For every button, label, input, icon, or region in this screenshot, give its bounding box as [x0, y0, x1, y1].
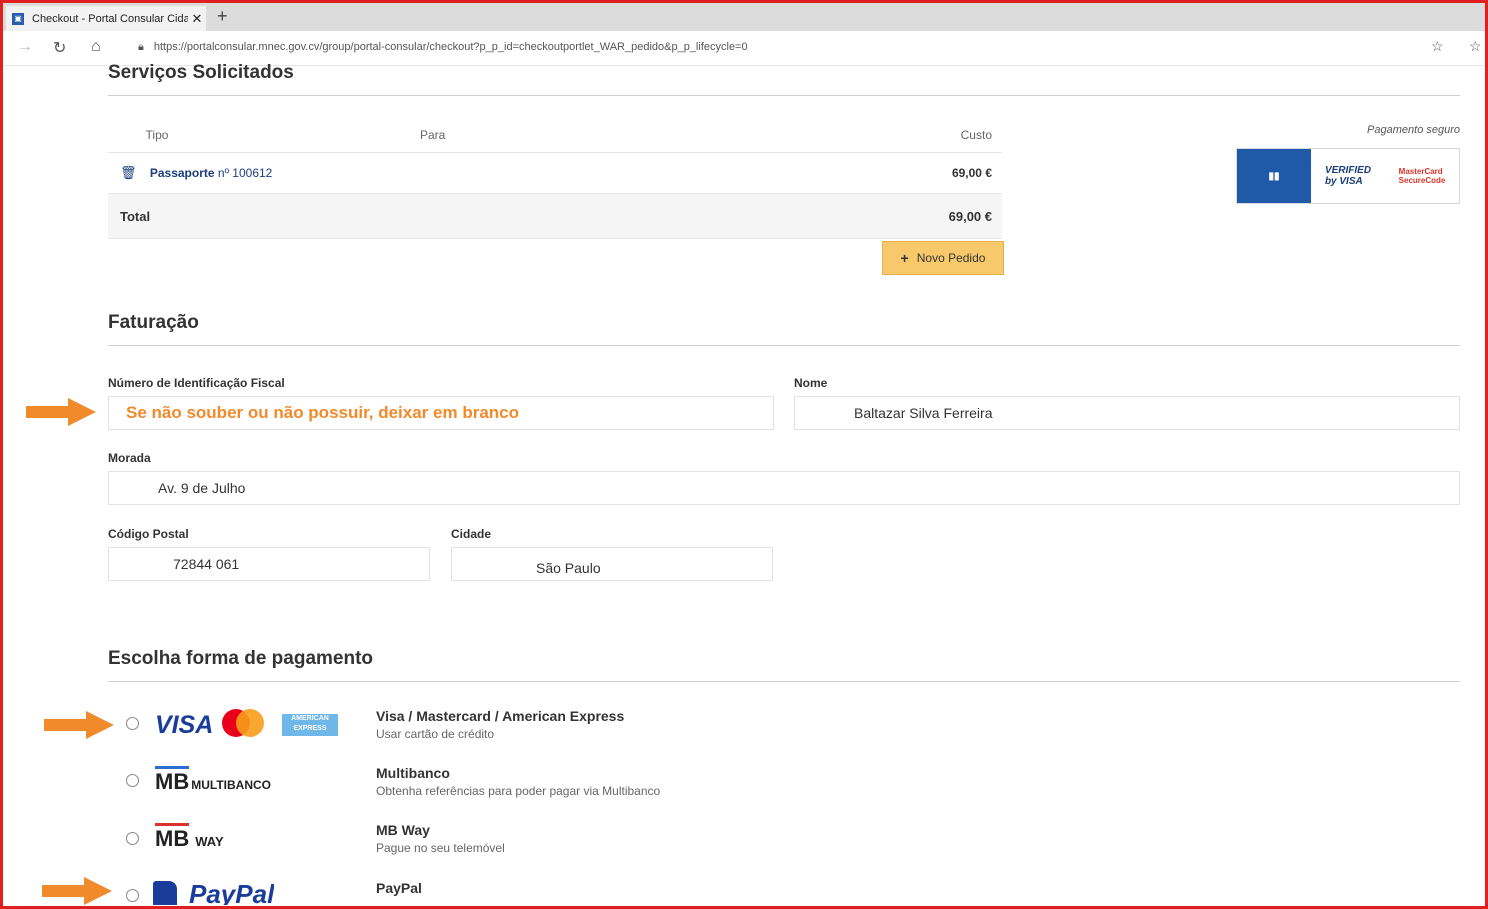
payment-option-title: Visa / Mastercard / American Express [376, 708, 625, 724]
forward-icon[interactable]: → [17, 38, 33, 56]
billing-title: Faturação [108, 312, 199, 333]
services-table: Tipo Para Custo 🗑︎ Passaporte nº 100612 … [108, 118, 1002, 239]
total-label: Total [108, 193, 886, 239]
url-field[interactable]: 🔒︎ https://portalconsular.mnec.gov.cv/gro… [138, 41, 748, 54]
amex-logo-icon: AMERICAN EXPRESS [282, 714, 338, 736]
plus-icon: + [900, 250, 909, 266]
radio-multibanco[interactable] [126, 774, 139, 787]
service-cost: 69,00 € [886, 152, 1002, 194]
verified-by-visa-logo-icon: VERIFIED by VISA [1324, 165, 1372, 187]
service-type: Passaporte [149, 166, 215, 180]
mbway-logo-icon: MB WAY [155, 823, 224, 852]
lock-icon: 🔒︎ [138, 41, 144, 53]
trash-icon[interactable]: 🗑︎ [120, 165, 137, 180]
paypal-logo-icon: PayPal [153, 881, 274, 905]
browser-tab[interactable]: ▣ Checkout - Portal Consular Cida ✕ [6, 6, 206, 31]
secure-payment-logos: ▮▮ VERIFIED by VISA MasterCard SecureCode [1236, 148, 1460, 204]
refresh-icon[interactable]: ↻ [53, 38, 66, 58]
total-value: 69,00 € [886, 193, 1002, 239]
header-custo: Custo [886, 118, 1002, 153]
name-input[interactable]: Baltazar Silva Ferreira [794, 396, 1460, 430]
new-order-label: Novo Pedido [916, 251, 986, 265]
radio-card[interactable] [126, 717, 139, 730]
total-row: Total 69,00 € [108, 193, 1002, 239]
payment-option-title: Multibanco [376, 765, 450, 781]
header-tipo: Tipo [108, 118, 206, 153]
city-label: Cidade [451, 527, 492, 541]
new-tab-icon[interactable]: + [217, 6, 228, 27]
home-icon[interactable]: ⌂ [91, 38, 101, 56]
tab-title: Checkout - Portal Consular Cida [32, 12, 188, 25]
nif-label: Número de Identificação Fiscal [108, 376, 285, 390]
nif-value: Se não souber ou não possuir, deixar em … [126, 403, 519, 422]
address-label: Morada [108, 451, 151, 465]
payment-option-subtitle: Obtenha referências para poder pagar via… [376, 784, 661, 798]
radio-paypal[interactable] [126, 889, 139, 902]
name-label: Nome [794, 376, 828, 390]
close-tab-icon[interactable]: ✕ [188, 11, 206, 27]
multibanco-logo-icon: MB MULTIBANCO [155, 766, 271, 795]
multicaixa-logo-icon: ▮▮ [1237, 149, 1311, 203]
services-title: Serviços Solicitados [108, 62, 294, 83]
payment-title: Escolha forma de pagamento [108, 648, 374, 669]
favorite-star-icon[interactable]: ☆ [1431, 38, 1444, 55]
table-row: 🗑︎ Passaporte nº 100612 69,00 € [108, 152, 1002, 194]
postal-code-value: 72844 061 [173, 556, 240, 572]
header-para: Para [206, 118, 886, 153]
favorites-list-icon[interactable]: ☆ [1469, 38, 1482, 55]
browser-tab-bar: ▣ Checkout - Portal Consular Cida ✕ + [3, 3, 1485, 31]
visa-logo-icon: VISA [155, 711, 214, 739]
address-bar: → ↻ ⌂ 🔒︎ https://portalconsular.mnec.gov.… [3, 31, 1485, 66]
radio-mbway[interactable] [126, 832, 139, 845]
divider [108, 681, 1460, 682]
payment-option-title: MB Way [376, 822, 430, 838]
divider [108, 95, 1460, 96]
city-input[interactable]: São Paulo [451, 547, 773, 581]
payment-option-title: PayPal [376, 880, 422, 896]
site-favicon-icon: ▣ [12, 12, 24, 25]
postal-code-input[interactable]: 72844 061 [108, 547, 430, 581]
mastercard-securecode-logo-icon: MasterCard SecureCode [1398, 167, 1446, 185]
address-value: Av. 9 de Julho [158, 480, 246, 496]
payment-option-subtitle: Usar cartão de crédito [376, 727, 495, 741]
address-input[interactable]: Av. 9 de Julho [108, 471, 1460, 505]
postal-code-label: Código Postal [108, 527, 189, 541]
city-value: São Paulo [536, 560, 601, 576]
nif-input[interactable]: Se não souber ou não possuir, deixar em … [108, 396, 774, 430]
service-number: nº 100612 [217, 166, 273, 180]
secure-payment-label: Pagamento seguro [1367, 124, 1460, 136]
divider [108, 345, 1460, 346]
url-text: https://portalconsular.mnec.gov.cv/group… [153, 41, 748, 53]
mastercard-logo-icon [222, 709, 264, 739]
new-order-button[interactable]: + Novo Pedido [882, 241, 1004, 275]
payment-option-subtitle: Pague no seu telemóvel [376, 841, 505, 855]
name-value: Baltazar Silva Ferreira [854, 405, 993, 421]
